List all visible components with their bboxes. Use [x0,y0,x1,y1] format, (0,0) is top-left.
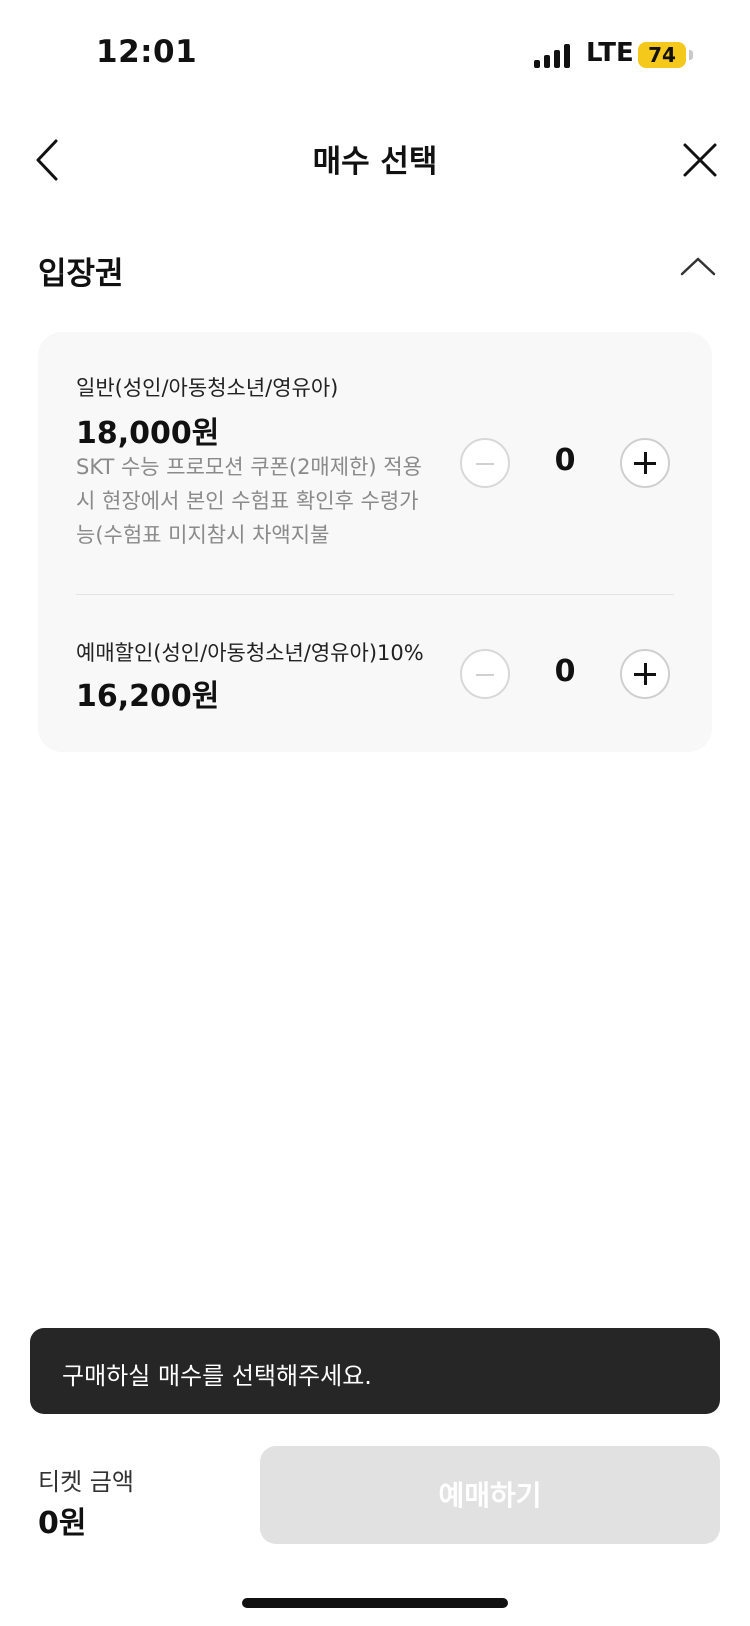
section-title: 입장권 [38,256,124,292]
minus-icon [476,463,494,465]
increase-button[interactable] [620,649,670,699]
quantity-value: 0 [554,443,576,478]
status-time: 12:01 [96,34,198,70]
ticket-description-line: SKT 수능 프로모션 쿠폰(2매제한) 적용 [76,455,422,479]
home-indicator[interactable] [242,1598,508,1608]
chevron-up-icon [680,257,716,276]
ticket-name: 일반(성인/아동청소년/영유아) [76,376,339,400]
ticket-name: 예매할인(성인/아동청소년/영유아)10% [76,641,424,665]
network-type: LTE [586,38,634,68]
battery-icon: 74 [638,42,686,68]
close-button[interactable] [680,140,720,180]
close-icon [683,143,717,177]
increase-button[interactable] [620,438,670,488]
collapse-toggle[interactable] [678,252,718,282]
book-button[interactable]: 예매하기 [260,1446,720,1544]
ticket-description-line: 시 현장에서 본인 수험표 확인후 수령가 [76,489,419,513]
decrease-button[interactable] [460,438,510,488]
toast-message: 구매하실 매수를 선택해주세요. [62,1362,372,1390]
ticket-price-total: 0원 [38,1506,87,1541]
battery-tip [689,50,693,60]
ticket-price: 16,200원 [76,679,220,714]
page-title: 매수 선택 [312,144,438,180]
quantity-value: 0 [554,654,576,689]
ticket-price: 18,000원 [76,416,220,451]
minus-icon [476,674,494,676]
ticket-description-line: 능(수험표 미지참시 차액지불 [76,523,330,547]
decrease-button[interactable] [460,649,510,699]
signal-icon [534,44,570,68]
ticket-price-label: 티켓 금액 [38,1468,134,1496]
ticket-description: SKT 수능 프로모션 쿠폰(2매제한) 적용 시 현장에서 본인 수험표 확인… [76,450,436,552]
divider [76,594,674,595]
